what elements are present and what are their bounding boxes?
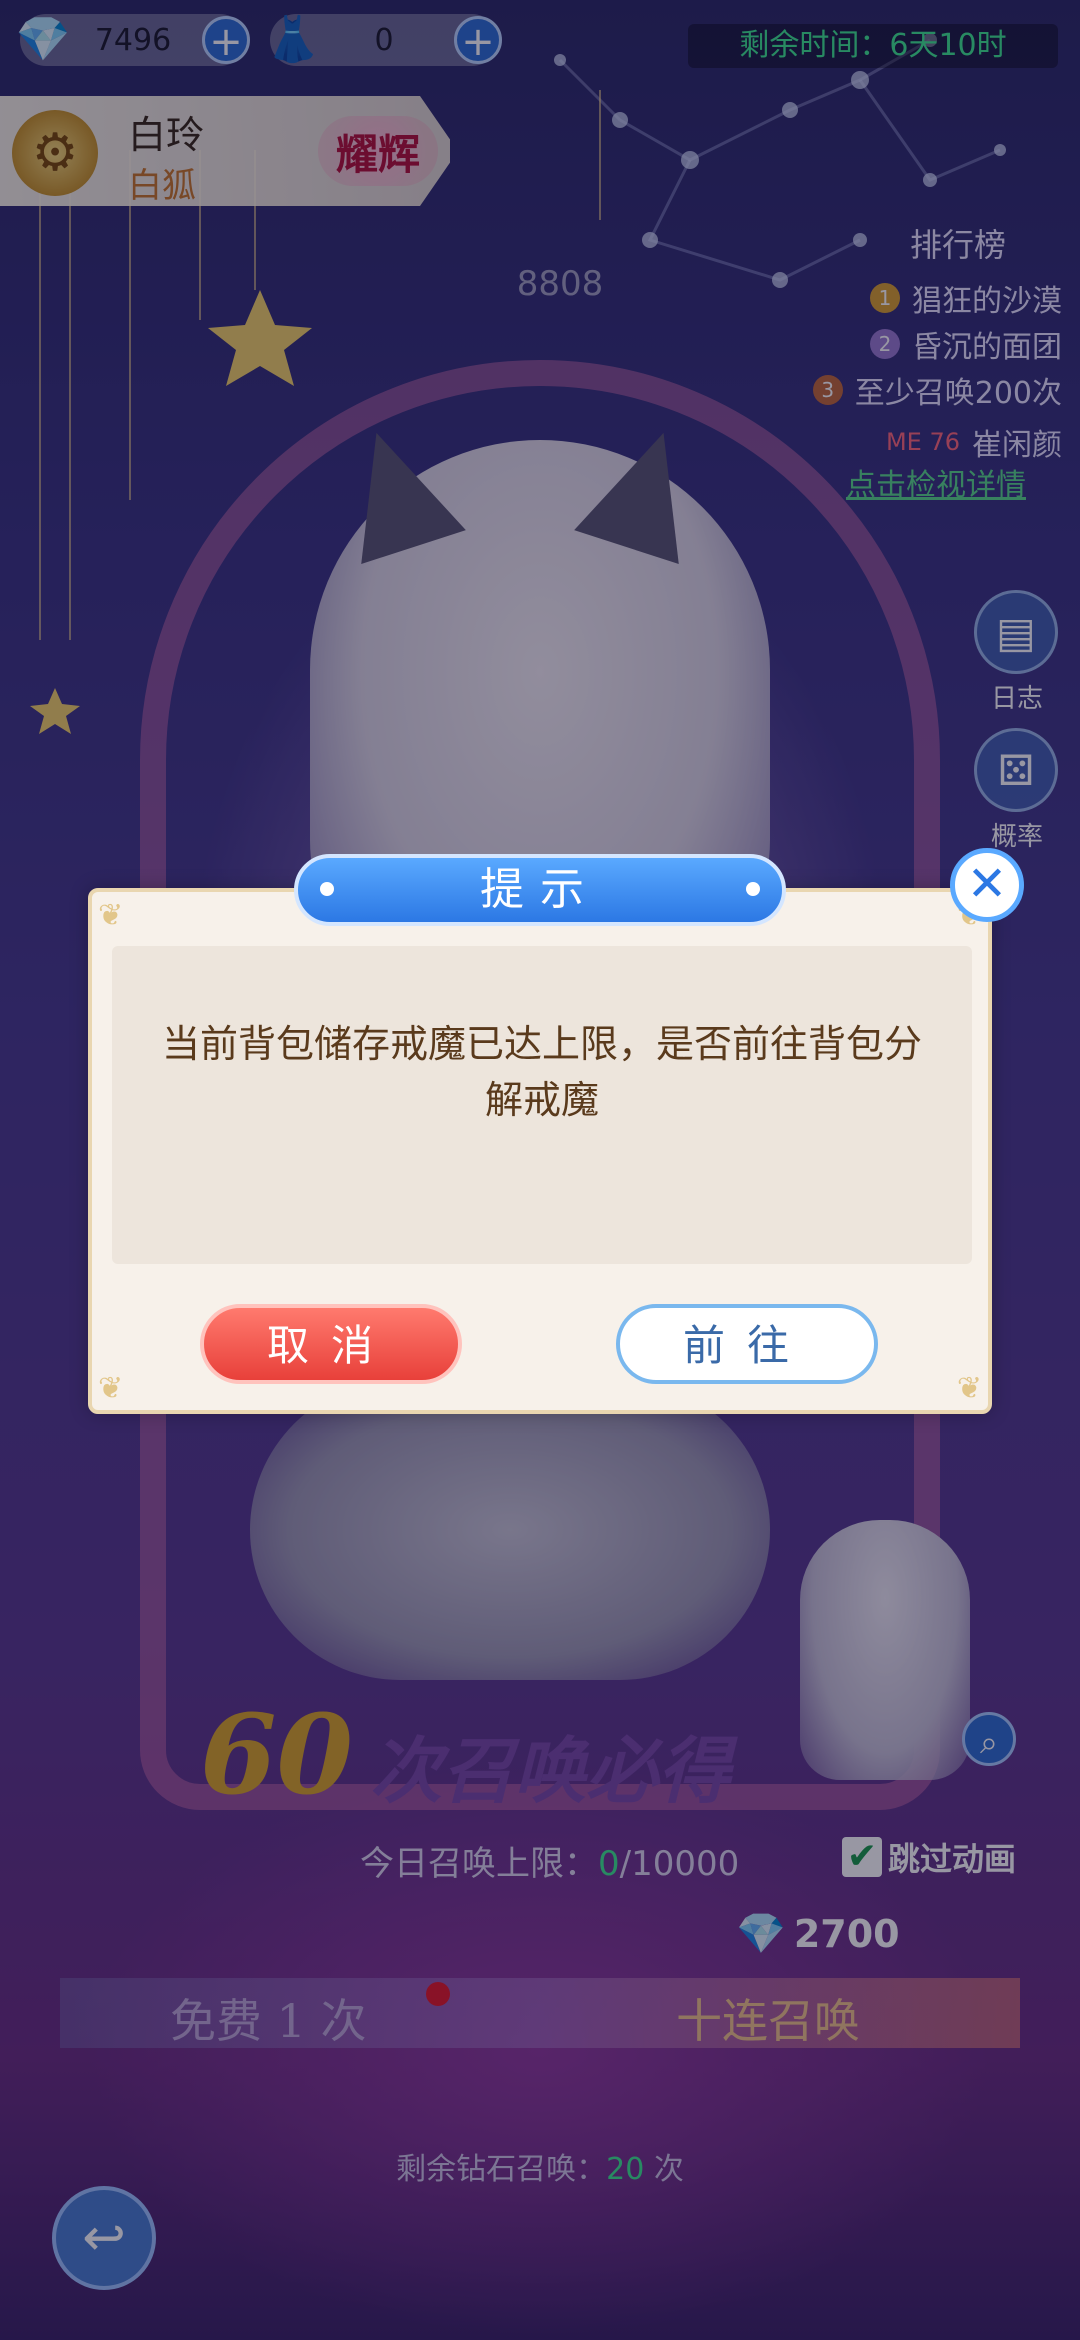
dialog-title: 提示 <box>294 854 786 926</box>
corner-ornament-icon: ❦ <box>98 898 124 933</box>
title-ornament-icon <box>320 882 334 896</box>
close-button[interactable]: ✕ <box>950 848 1024 922</box>
cancel-button[interactable]: 取消 <box>200 1304 462 1384</box>
corner-ornament-icon: ❦ <box>956 1371 982 1406</box>
corner-ornament-icon: ❦ <box>98 1371 124 1406</box>
dialog-message-panel: 当前背包储存戒魔已达上限，是否前往背包分解戒魔 <box>112 946 972 1264</box>
dialog-message: 当前背包储存戒魔已达上限，是否前往背包分解戒魔 <box>161 1022 922 1122</box>
dialog-title-text: 提示 <box>480 864 600 915</box>
close-icon: ✕ <box>966 856 1008 912</box>
title-ornament-icon <box>746 882 760 896</box>
go-to-bag-button[interactable]: 前往 <box>616 1304 878 1384</box>
